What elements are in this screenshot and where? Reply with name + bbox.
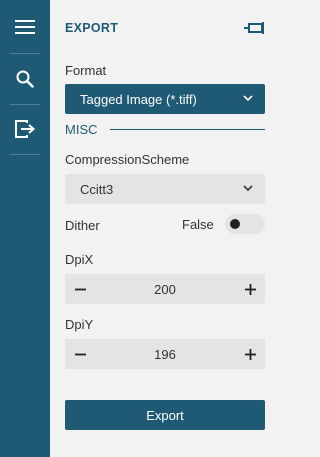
sidebar-rail [0,0,50,457]
compression-select[interactable]: Ccitt3 [65,174,265,204]
dpix-decrement-button[interactable] [65,274,95,304]
dpix-value[interactable]: 200 [95,274,235,304]
dpiy-stepper: 196 [65,339,265,369]
rail-divider [10,154,40,155]
plus-icon [244,348,256,360]
panel-title: EXPORT [65,21,119,35]
format-selected-value: Tagged Image (*.tiff) [80,91,197,107]
chevron-down-icon [243,95,253,102]
chevron-down-icon [243,185,253,192]
dither-value: False [182,217,214,232]
search-button[interactable] [0,54,50,104]
compression-label: CompressionScheme [65,152,190,167]
dpiy-increment-button[interactable] [235,339,265,369]
menu-button[interactable] [0,2,50,52]
toggle-knob [230,219,240,229]
dpix-stepper: 200 [65,274,265,304]
dpix-label: DpiX [65,252,94,267]
export-tab-button[interactable] [0,104,50,154]
misc-divider [109,128,265,130]
pin-button[interactable] [243,18,267,38]
minus-icon [74,288,86,290]
dither-label: Dither [65,218,100,233]
compression-selected-value: Ccitt3 [80,181,114,197]
minus-icon [74,353,86,355]
export-button[interactable]: Export [65,400,265,430]
pin-icon [244,22,264,34]
export-icon [15,120,36,138]
dpiy-value[interactable]: 196 [95,339,235,369]
menu-icon [15,20,35,34]
search-icon [16,70,34,88]
format-label: Format [65,63,107,78]
format-select[interactable]: Tagged Image (*.tiff) [65,84,265,114]
plus-icon [244,283,256,295]
misc-section-header: MISC [65,121,265,137]
dpiy-decrement-button[interactable] [65,339,95,369]
dpiy-label: DpiY [65,317,94,332]
misc-label: MISC [65,121,98,137]
dither-toggle[interactable] [225,214,265,234]
export-panel: EXPORT Format Tagged Image (*.tiff) MISC… [50,0,281,457]
dpix-increment-button[interactable] [235,274,265,304]
